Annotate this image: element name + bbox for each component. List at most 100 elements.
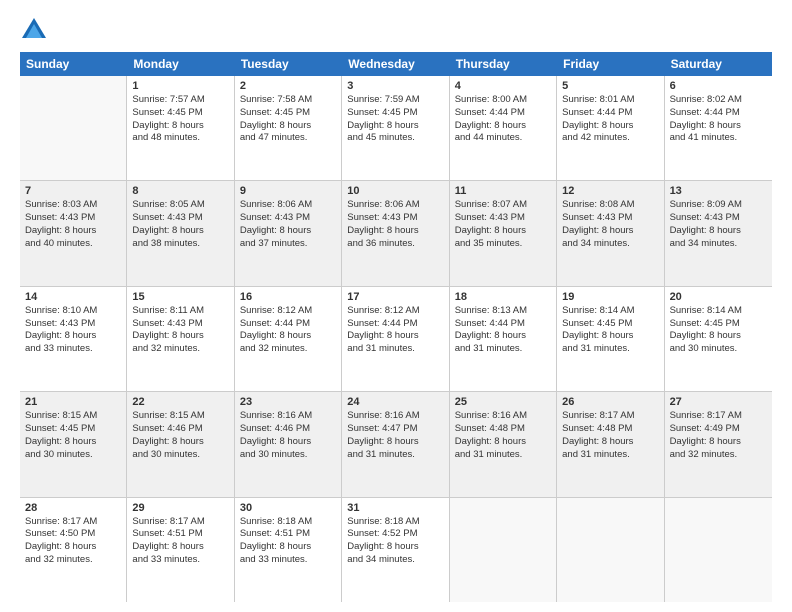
cell-line: Daylight: 8 hours (240, 330, 336, 343)
cell-line: Sunset: 4:44 PM (455, 107, 551, 120)
cell-line: Sunset: 4:43 PM (562, 212, 658, 225)
cell-line: Sunrise: 8:08 AM (562, 199, 658, 212)
cell-line: Sunrise: 8:02 AM (670, 94, 767, 107)
cell-line: Daylight: 8 hours (347, 541, 443, 554)
cell-line: and 48 minutes. (132, 132, 228, 145)
cal-cell-empty-0-0 (20, 76, 127, 180)
page: SundayMondayTuesdayWednesdayThursdayFrid… (0, 0, 792, 612)
cal-row-4: 28Sunrise: 8:17 AMSunset: 4:50 PMDayligh… (20, 498, 772, 602)
cell-line: and 31 minutes. (455, 449, 551, 462)
cal-cell-23: 23Sunrise: 8:16 AMSunset: 4:46 PMDayligh… (235, 392, 342, 496)
header-day-sunday: Sunday (20, 52, 127, 76)
cell-line: Sunset: 4:44 PM (455, 318, 551, 331)
cal-cell-20: 20Sunrise: 8:14 AMSunset: 4:45 PMDayligh… (665, 287, 772, 391)
cell-line: Sunset: 4:43 PM (25, 318, 121, 331)
cell-line: and 35 minutes. (455, 238, 551, 251)
cell-line: Daylight: 8 hours (132, 541, 228, 554)
cell-line: Sunrise: 8:16 AM (455, 410, 551, 423)
cell-line: Sunrise: 8:17 AM (670, 410, 767, 423)
day-number: 1 (132, 80, 228, 92)
cell-line: Daylight: 8 hours (25, 541, 121, 554)
header-day-wednesday: Wednesday (342, 52, 449, 76)
cal-cell-25: 25Sunrise: 8:16 AMSunset: 4:48 PMDayligh… (450, 392, 557, 496)
day-number: 10 (347, 185, 443, 197)
cell-line: Daylight: 8 hours (132, 225, 228, 238)
cell-line: Daylight: 8 hours (455, 436, 551, 449)
cell-line: Sunrise: 8:09 AM (670, 199, 767, 212)
cal-cell-27: 27Sunrise: 8:17 AMSunset: 4:49 PMDayligh… (665, 392, 772, 496)
cell-line: Sunset: 4:45 PM (240, 107, 336, 120)
cell-line: and 38 minutes. (132, 238, 228, 251)
cal-cell-8: 8Sunrise: 8:05 AMSunset: 4:43 PMDaylight… (127, 181, 234, 285)
cell-line: Daylight: 8 hours (562, 330, 658, 343)
cal-cell-14: 14Sunrise: 8:10 AMSunset: 4:43 PMDayligh… (20, 287, 127, 391)
cell-line: and 34 minutes. (347, 554, 443, 567)
cell-line: Sunset: 4:43 PM (132, 318, 228, 331)
day-number: 30 (240, 502, 336, 514)
cell-line: Sunrise: 8:15 AM (132, 410, 228, 423)
cell-line: and 34 minutes. (670, 238, 767, 251)
cal-cell-5: 5Sunrise: 8:01 AMSunset: 4:44 PMDaylight… (557, 76, 664, 180)
day-number: 16 (240, 291, 336, 303)
day-number: 18 (455, 291, 551, 303)
day-number: 9 (240, 185, 336, 197)
day-number: 23 (240, 396, 336, 408)
cell-line: Sunrise: 8:17 AM (25, 516, 121, 529)
cal-cell-24: 24Sunrise: 8:16 AMSunset: 4:47 PMDayligh… (342, 392, 449, 496)
cell-line: and 37 minutes. (240, 238, 336, 251)
cell-line: and 32 minutes. (132, 343, 228, 356)
cell-line: and 32 minutes. (25, 554, 121, 567)
cell-line: Daylight: 8 hours (670, 120, 767, 133)
cal-row-2: 14Sunrise: 8:10 AMSunset: 4:43 PMDayligh… (20, 287, 772, 392)
cal-cell-17: 17Sunrise: 8:12 AMSunset: 4:44 PMDayligh… (342, 287, 449, 391)
cell-line: and 42 minutes. (562, 132, 658, 145)
cell-line: and 31 minutes. (562, 343, 658, 356)
cell-line: Sunset: 4:44 PM (347, 318, 443, 331)
cell-line: Daylight: 8 hours (347, 120, 443, 133)
day-number: 17 (347, 291, 443, 303)
cell-line: Sunset: 4:44 PM (240, 318, 336, 331)
cell-line: Sunset: 4:43 PM (455, 212, 551, 225)
header-day-tuesday: Tuesday (235, 52, 342, 76)
cell-line: and 33 minutes. (25, 343, 121, 356)
day-number: 3 (347, 80, 443, 92)
day-number: 13 (670, 185, 767, 197)
cell-line: Sunset: 4:43 PM (132, 212, 228, 225)
cal-cell-30: 30Sunrise: 8:18 AMSunset: 4:51 PMDayligh… (235, 498, 342, 602)
cell-line: Sunrise: 7:58 AM (240, 94, 336, 107)
cell-line: Sunset: 4:43 PM (240, 212, 336, 225)
cal-cell-15: 15Sunrise: 8:11 AMSunset: 4:43 PMDayligh… (127, 287, 234, 391)
cell-line: Sunrise: 8:05 AM (132, 199, 228, 212)
cell-line: Sunrise: 8:14 AM (562, 305, 658, 318)
day-number: 4 (455, 80, 551, 92)
cal-cell-empty-4-4 (450, 498, 557, 602)
cell-line: and 47 minutes. (240, 132, 336, 145)
cell-line: and 40 minutes. (25, 238, 121, 251)
cal-cell-26: 26Sunrise: 8:17 AMSunset: 4:48 PMDayligh… (557, 392, 664, 496)
cal-cell-1: 1Sunrise: 7:57 AMSunset: 4:45 PMDaylight… (127, 76, 234, 180)
cell-line: and 41 minutes. (670, 132, 767, 145)
calendar-body: 1Sunrise: 7:57 AMSunset: 4:45 PMDaylight… (20, 76, 772, 602)
day-number: 27 (670, 396, 767, 408)
cell-line: Sunset: 4:45 PM (347, 107, 443, 120)
header-day-thursday: Thursday (450, 52, 557, 76)
cell-line: and 31 minutes. (562, 449, 658, 462)
cell-line: Sunrise: 8:11 AM (132, 305, 228, 318)
cell-line: Sunrise: 8:15 AM (25, 410, 121, 423)
cell-line: Daylight: 8 hours (240, 436, 336, 449)
cal-cell-18: 18Sunrise: 8:13 AMSunset: 4:44 PMDayligh… (450, 287, 557, 391)
cell-line: and 33 minutes. (240, 554, 336, 567)
cell-line: Daylight: 8 hours (240, 225, 336, 238)
cell-line: and 32 minutes. (670, 449, 767, 462)
cell-line: and 32 minutes. (240, 343, 336, 356)
cell-line: Daylight: 8 hours (455, 225, 551, 238)
day-number: 24 (347, 396, 443, 408)
cell-line: and 31 minutes. (455, 343, 551, 356)
cell-line: Sunrise: 8:03 AM (25, 199, 121, 212)
cell-line: and 45 minutes. (347, 132, 443, 145)
cell-line: and 30 minutes. (240, 449, 336, 462)
cell-line: Daylight: 8 hours (240, 541, 336, 554)
cell-line: Sunset: 4:51 PM (240, 528, 336, 541)
cal-cell-29: 29Sunrise: 8:17 AMSunset: 4:51 PMDayligh… (127, 498, 234, 602)
cal-cell-3: 3Sunrise: 7:59 AMSunset: 4:45 PMDaylight… (342, 76, 449, 180)
